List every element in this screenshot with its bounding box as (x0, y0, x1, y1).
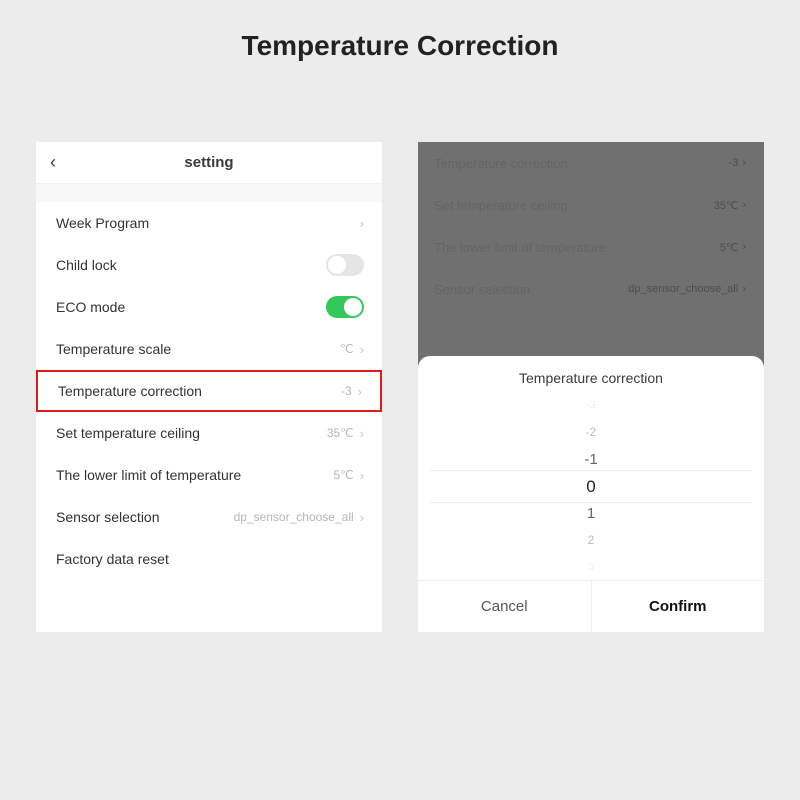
row-temp-ceiling[interactable]: Set temperature ceiling 35℃ › (36, 412, 382, 454)
chevron-right-icon: › (360, 468, 364, 483)
chevron-right-icon: › (360, 216, 364, 231)
row-week-program[interactable]: Week Program › (36, 202, 382, 244)
row-eco-mode[interactable]: ECO mode (36, 286, 382, 328)
page-title: Temperature Correction (0, 0, 800, 102)
row-temp-correction[interactable]: Temperature correction -3 › (36, 370, 382, 412)
picker-title: Temperature correction (418, 370, 764, 386)
label: Week Program (56, 215, 149, 231)
cancel-button[interactable]: Cancel (418, 581, 592, 632)
value: -3 (341, 384, 352, 398)
child-lock-toggle[interactable] (326, 254, 364, 276)
picker-option-selected[interactable]: 0 (418, 473, 764, 500)
row-sensor-selection[interactable]: Sensor selection dp_sensor_choose_all › (36, 496, 382, 538)
label: Set temperature ceiling (56, 425, 200, 441)
settings-title: setting (184, 154, 233, 171)
label: Temperature correction (58, 383, 202, 399)
chevron-right-icon: › (360, 510, 364, 525)
settings-screen: ‹ setting Week Program › Child lock ECO … (36, 142, 382, 632)
value-picker-wheel[interactable]: -3 -2 -1 0 1 2 3 (418, 392, 764, 580)
value: ℃ (340, 342, 353, 356)
picker-option[interactable]: -1 (418, 446, 764, 473)
chevron-right-icon: › (360, 342, 364, 357)
row-temp-floor[interactable]: The lower limit of temperature 5℃ › (36, 454, 382, 496)
eco-mode-toggle[interactable] (326, 296, 364, 318)
label: Sensor selection (56, 509, 160, 525)
back-icon[interactable]: ‹ (50, 152, 56, 173)
row-child-lock[interactable]: Child lock (36, 244, 382, 286)
picker-option[interactable]: 2 (418, 527, 764, 554)
label: Factory data reset (56, 551, 169, 567)
chevron-right-icon: › (358, 384, 362, 399)
value: dp_sensor_choose_all (234, 510, 354, 524)
picker-sheet: Temperature correction -3 -2 -1 0 1 2 3 … (418, 356, 764, 632)
label: Temperature scale (56, 341, 171, 357)
section-gap (36, 184, 382, 202)
picker-option[interactable]: 3 (418, 554, 764, 581)
label: Child lock (56, 257, 117, 273)
label: ECO mode (56, 299, 125, 315)
picker-option[interactable]: -3 (418, 392, 764, 419)
value: 5℃ (334, 468, 354, 482)
label: The lower limit of temperature (56, 467, 241, 483)
picker-option[interactable]: 1 (418, 500, 764, 527)
row-factory-reset[interactable]: Factory data reset (36, 538, 382, 580)
confirm-button[interactable]: Confirm (592, 581, 765, 632)
value: 35℃ (327, 426, 354, 440)
picker-screen: Temperature correction-3› Set temperatur… (418, 142, 764, 632)
row-temp-scale[interactable]: Temperature scale ℃ › (36, 328, 382, 370)
chevron-right-icon: › (360, 426, 364, 441)
settings-topbar: ‹ setting (36, 142, 382, 184)
picker-option[interactable]: -2 (418, 419, 764, 446)
